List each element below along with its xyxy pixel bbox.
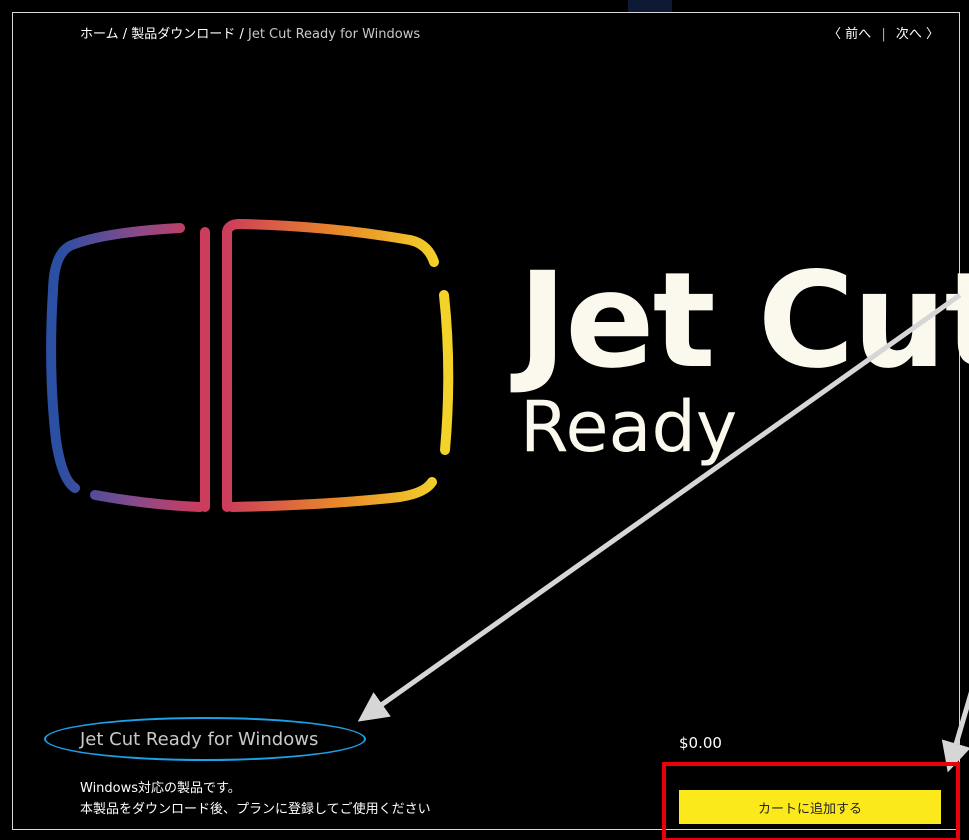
logo-left-stroke bbox=[46, 223, 185, 493]
product-name: Jet Cut Ready for Windows bbox=[80, 729, 319, 750]
product-price: $0.00 bbox=[679, 734, 722, 752]
add-to-cart-button[interactable]: カートに追加する bbox=[679, 790, 941, 824]
product-page: ホーム / 製品ダウンロード / Jet Cut Ready for Windo… bbox=[0, 0, 969, 840]
hero-subtitle: Ready bbox=[520, 386, 738, 468]
jet-cut-logo-icon bbox=[46, 219, 454, 512]
logo-left-bottom-stroke bbox=[90, 490, 205, 512]
logo-right-stroke bbox=[439, 290, 454, 455]
logo-center-right-stroke bbox=[222, 219, 439, 512]
logo-right-bottom-stroke bbox=[227, 477, 437, 512]
hero-title: Jet Cut bbox=[518, 244, 969, 398]
product-description: Windows対応の製品です。 本製品をダウンロード後、プランに登録してご使用く… bbox=[80, 778, 431, 820]
description-line: 本製品をダウンロード後、プランに登録してご使用ください bbox=[80, 802, 431, 817]
description-line: Windows対応の製品です。 bbox=[80, 781, 241, 796]
